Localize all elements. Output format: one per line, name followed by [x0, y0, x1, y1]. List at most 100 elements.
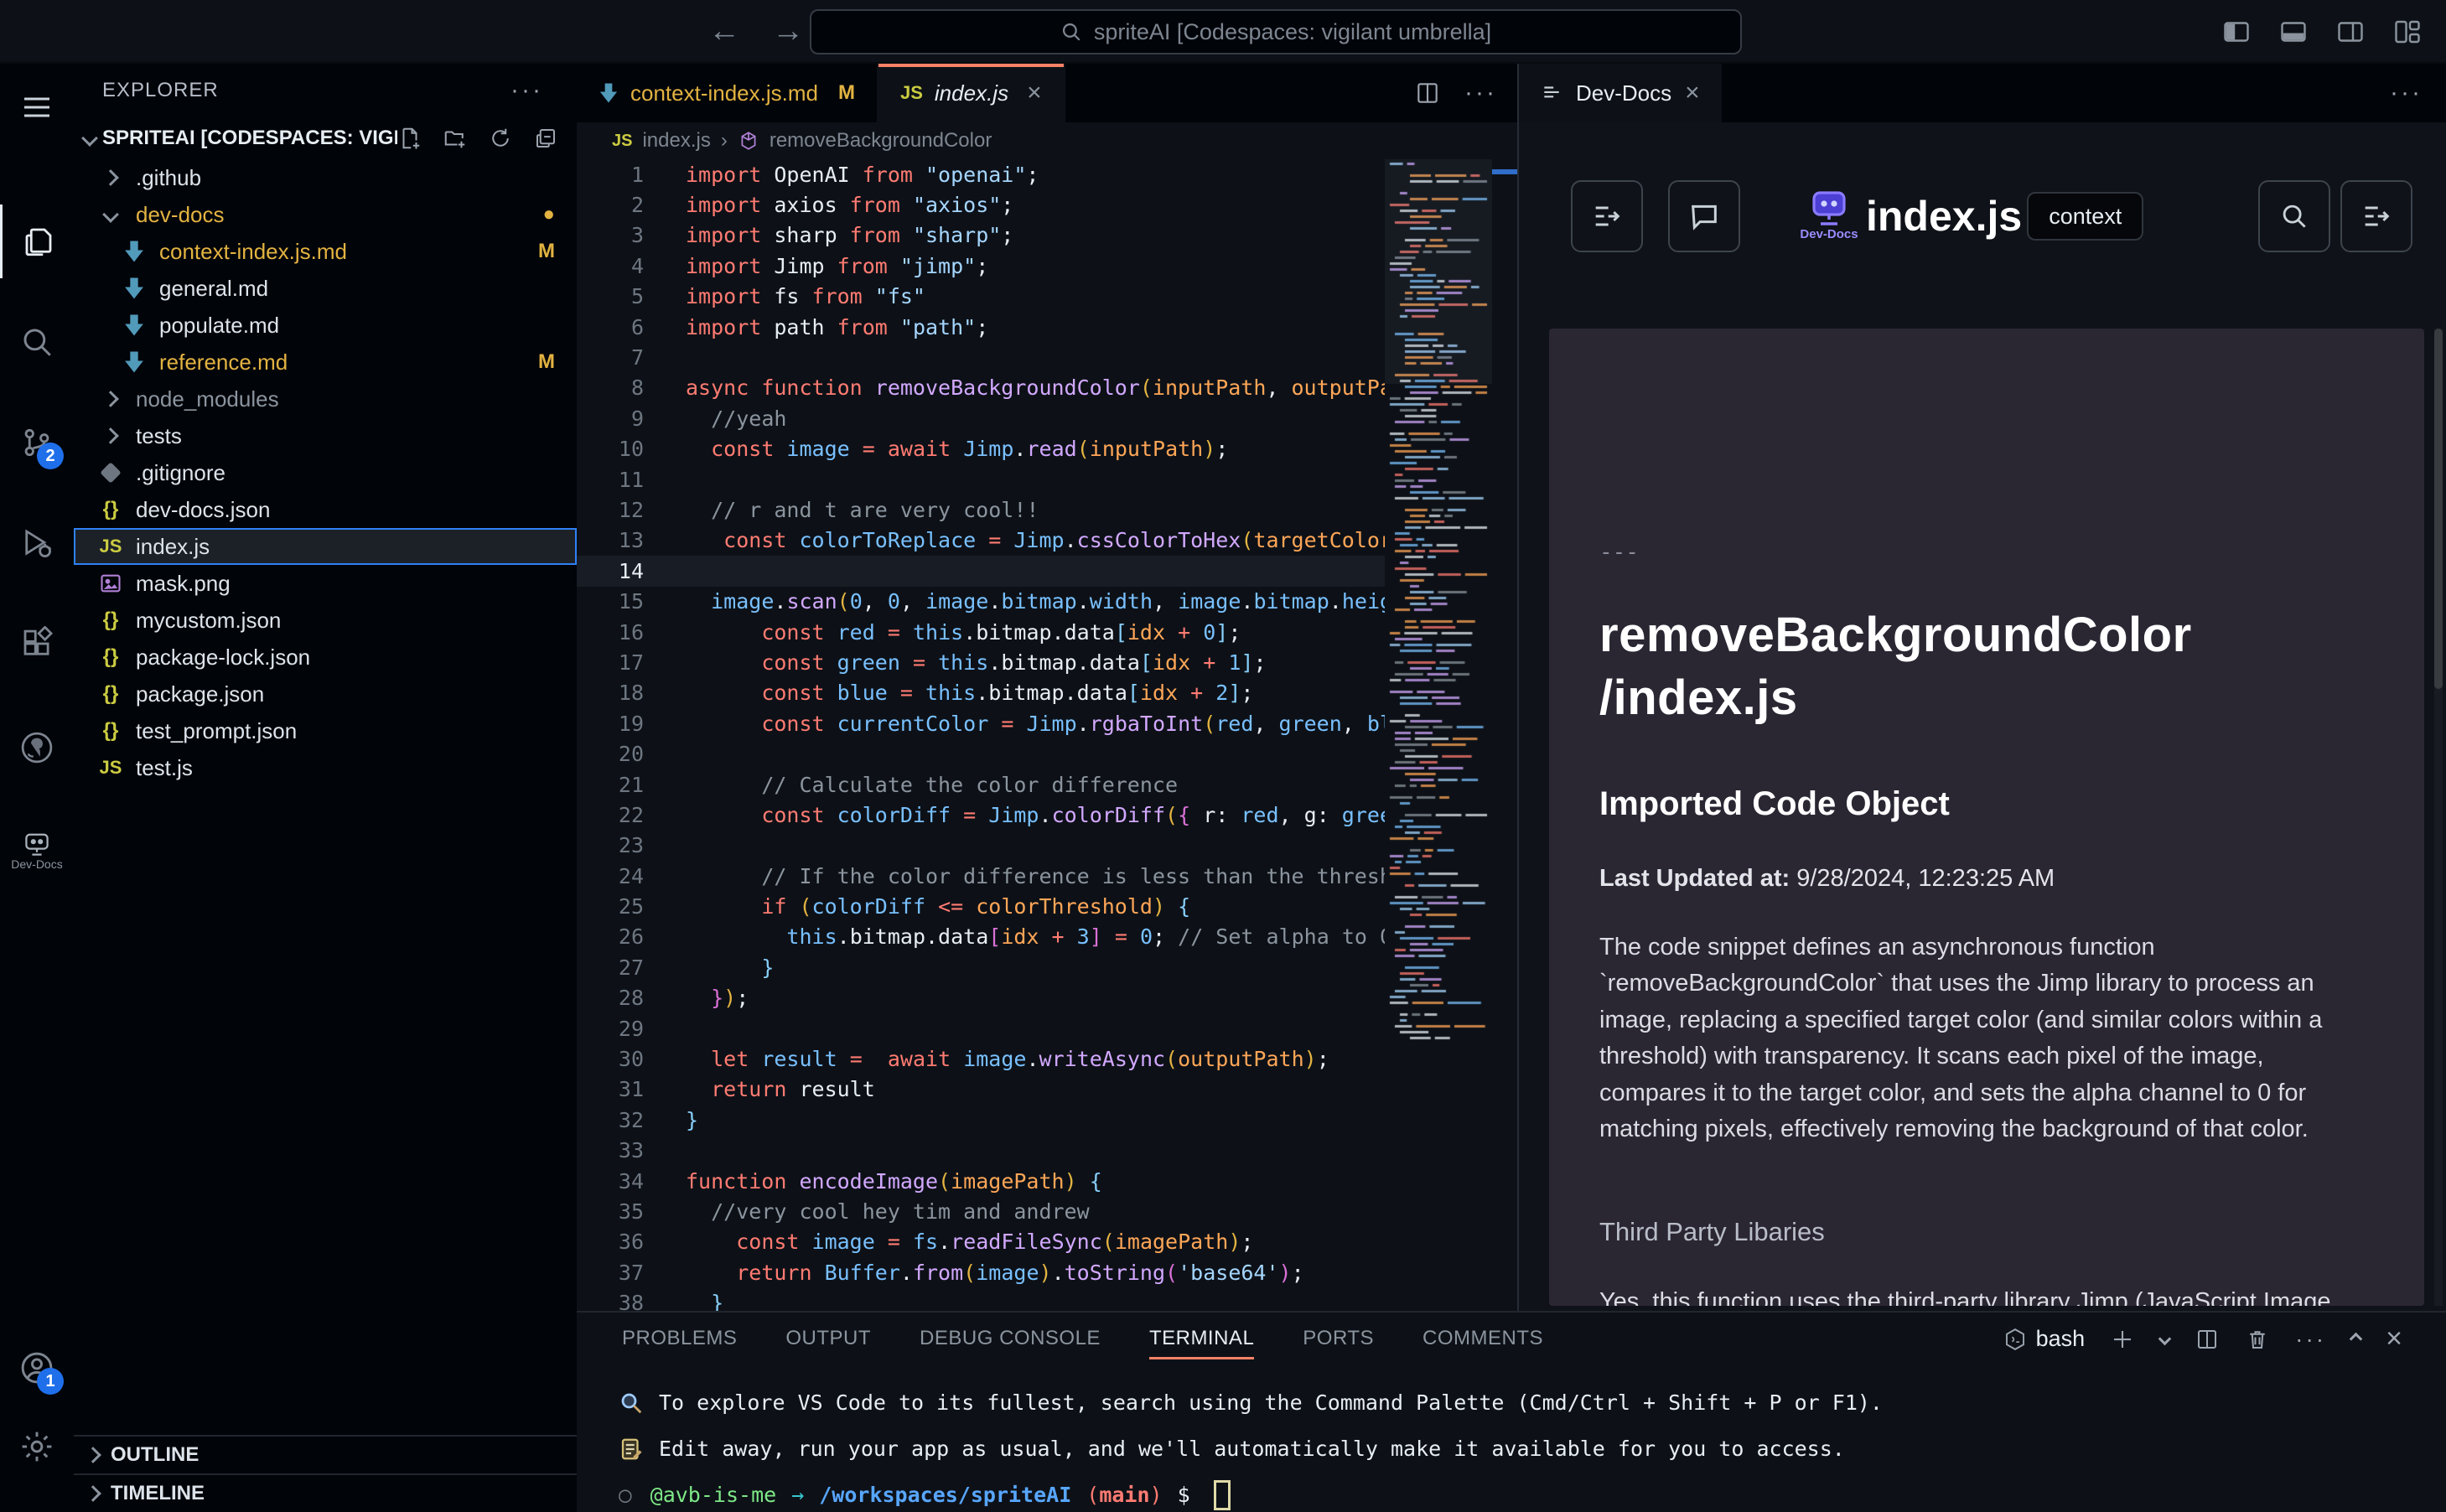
minimap-slider[interactable]: [1385, 159, 1492, 384]
terminal-prompt[interactable]: ○@avb-is-me→/workspaces/spriteAI(main)$: [619, 1472, 1883, 1512]
file-row-package-lock-json[interactable]: {}package-lock.json: [74, 639, 577, 676]
code-line-7[interactable]: 7: [577, 342, 1385, 372]
tab-context-index-js-md[interactable]: context-index.js.md M: [577, 64, 878, 122]
toc-button[interactable]: [1571, 180, 1643, 252]
code-line-6[interactable]: 6import path from "path";: [577, 312, 1385, 342]
panel-tab-terminal[interactable]: TERMINAL: [1149, 1313, 1254, 1364]
forward-icon[interactable]: →: [772, 13, 804, 49]
code-line-31[interactable]: 31 return result: [577, 1074, 1385, 1105]
code-line-2[interactable]: 2import axios from "axios";: [577, 189, 1385, 220]
code-line-3[interactable]: 3import sharp from "sharp";: [577, 220, 1385, 251]
panel-more-actions-icon[interactable]: ···: [2295, 1326, 2326, 1353]
file-row--gitignore[interactable]: .gitignore: [74, 454, 577, 491]
sidebar-item-extensions[interactable]: [0, 607, 74, 681]
tab-devdocs[interactable]: Dev-Docs ×: [1519, 64, 1722, 122]
chat-button[interactable]: [1668, 180, 1740, 252]
panel-tab-problems[interactable]: PROBLEMS: [622, 1313, 737, 1364]
panel-tab-debug-console[interactable]: DEBUG CONSOLE: [920, 1313, 1101, 1364]
folder-row-node-modules[interactable]: node_modules: [74, 381, 577, 417]
code-line-22[interactable]: 22 const colorDiff = Jimp.colorDiff({ r:…: [577, 800, 1385, 830]
code-line-1[interactable]: 1import OpenAI from "openai";: [577, 159, 1385, 189]
file-row-mask-png[interactable]: mask.png: [74, 565, 577, 602]
terminal[interactable]: To explore VS Code to its fullest, searc…: [619, 1380, 1883, 1512]
timeline-section[interactable]: TIMELINE: [74, 1473, 577, 1512]
file-row-dev-docs-json[interactable]: {}dev-docs.json: [74, 491, 577, 528]
devdocs-menu-button[interactable]: [2340, 180, 2412, 252]
code-line-10[interactable]: 10 const image = await Jimp.read(inputPa…: [577, 434, 1385, 464]
file-row-reference-md[interactable]: reference.mdM: [74, 344, 577, 381]
breadcrumb-symbol[interactable]: removeBackgroundColor: [770, 129, 992, 153]
file-row-index-js[interactable]: JSindex.js: [74, 528, 577, 565]
overview-ruler[interactable]: [1492, 159, 1517, 1311]
file-row-mycustom-json[interactable]: {}mycustom.json: [74, 602, 577, 639]
sidebar-item-devdocs-extension[interactable]: Dev-Docs: [0, 815, 74, 888]
collapse-folders-icon[interactable]: [533, 126, 558, 151]
sidebar-item-run-debug[interactable]: [0, 506, 74, 580]
new-folder-icon[interactable]: [443, 126, 468, 151]
code-line-5[interactable]: 5import fs from "fs": [577, 282, 1385, 312]
code-line-36[interactable]: 36 const image = fs.readFileSync(imagePa…: [577, 1227, 1385, 1257]
code-line-17[interactable]: 17 const green = this.bitmap.data[idx + …: [577, 647, 1385, 677]
breadcrumb-file[interactable]: index.js: [642, 129, 710, 153]
kill-terminal-icon[interactable]: [2245, 1327, 2270, 1352]
toggle-panel-icon[interactable]: [2278, 17, 2309, 47]
workspace-section-header[interactable]: SPRITEAI [CODESPACES: VIGI...: [74, 117, 577, 159]
code-line-21[interactable]: 21 // Calculate the color difference: [577, 769, 1385, 800]
code-line-33[interactable]: 33: [577, 1136, 1385, 1166]
code-line-19[interactable]: 19 const currentColor = Jimp.rgbaToInt(r…: [577, 708, 1385, 738]
tab-index-js[interactable]: JS index.js ×: [878, 64, 1065, 122]
command-center-search[interactable]: spriteAI [Codespaces: vigilant umbrella]: [810, 9, 1742, 54]
code-line-16[interactable]: 16 const red = this.bitmap.data[idx + 0]…: [577, 617, 1385, 647]
code-editor[interactable]: 1import OpenAI from "openai";2import axi…: [577, 159, 1517, 1311]
code-line-25[interactable]: 25 if (colorDiff <= colorThreshold) {: [577, 891, 1385, 921]
close-icon[interactable]: ×: [1027, 79, 1042, 107]
sidebar-item-github[interactable]: [0, 711, 74, 784]
code-line-35[interactable]: 35 //very cool hey tim and andrew: [577, 1196, 1385, 1226]
account-button[interactable]: 1: [0, 1331, 74, 1405]
file-row-populate-md[interactable]: populate.md: [74, 307, 577, 344]
breadcrumb[interactable]: JS index.js › removeBackgroundColor: [577, 122, 1517, 159]
file-row-general-md[interactable]: general.md: [74, 270, 577, 307]
sidebar-item-source-control[interactable]: 2: [0, 406, 74, 479]
maximize-panel-icon[interactable]: [2350, 1333, 2363, 1346]
scrollbar[interactable]: [2434, 329, 2443, 1306]
code-line-29[interactable]: 29: [577, 1013, 1385, 1043]
panel-tab-comments[interactable]: COMMENTS: [1423, 1313, 1543, 1364]
code-line-11[interactable]: 11: [577, 464, 1385, 495]
code-line-13[interactable]: 13 const colorToReplace = Jimp.cssColorT…: [577, 526, 1385, 556]
code-line-20[interactable]: 20: [577, 738, 1385, 769]
devdocs-more-actions-icon[interactable]: ···: [2390, 79, 2446, 107]
file-row-test-js[interactable]: JStest.js: [74, 749, 577, 786]
refresh-icon[interactable]: [488, 126, 513, 151]
context-badge[interactable]: context: [2027, 192, 2143, 241]
code-line-12[interactable]: 12 // r and t are very cool!!: [577, 495, 1385, 525]
code-line-27[interactable]: 27 }: [577, 952, 1385, 982]
code-line-30[interactable]: 30 let result = await image.writeAsync(o…: [577, 1043, 1385, 1074]
file-row-context-index-js-md[interactable]: context-index.js.mdM: [74, 233, 577, 270]
close-panel-icon[interactable]: ×: [2386, 1323, 2402, 1355]
back-icon[interactable]: ←: [708, 13, 740, 49]
folder-row-tests[interactable]: tests: [74, 417, 577, 454]
split-terminal-icon[interactable]: [2195, 1327, 2220, 1352]
editor-more-actions-icon[interactable]: ···: [1464, 79, 1497, 107]
code-line-24[interactable]: 24 // If the color difference is less th…: [577, 861, 1385, 891]
explorer-more-actions-icon[interactable]: ···: [510, 76, 543, 105]
outline-section[interactable]: OUTLINE: [74, 1435, 577, 1473]
code-line-23[interactable]: 23: [577, 831, 1385, 861]
code-line-38[interactable]: 38 }: [577, 1287, 1385, 1311]
close-icon[interactable]: ×: [1685, 79, 1700, 107]
code-line-4[interactable]: 4import Jimp from "jimp";: [577, 251, 1385, 281]
code-line-9[interactable]: 9 //yeah: [577, 403, 1385, 433]
file-row-test-prompt-json[interactable]: {}test_prompt.json: [74, 712, 577, 749]
devdocs-search-button[interactable]: [2258, 180, 2330, 252]
new-file-icon[interactable]: [397, 126, 422, 151]
code-line-26[interactable]: 26 this.bitmap.data[idx + 3] = 0; // Set…: [577, 922, 1385, 952]
toggle-secondary-sidebar-icon[interactable]: [2335, 17, 2366, 47]
panel-tab-ports[interactable]: PORTS: [1303, 1313, 1374, 1364]
code-line-34[interactable]: 34function encodeImage(imagePath) {: [577, 1166, 1385, 1196]
code-line-18[interactable]: 18 const blue = this.bitmap.data[idx + 2…: [577, 678, 1385, 708]
code-line-14[interactable]: 14: [577, 556, 1385, 586]
sidebar-item-search[interactable]: [0, 305, 74, 379]
split-editor-icon[interactable]: [1414, 80, 1441, 106]
code-line-15[interactable]: 15 image.scan(0, 0, image.bitmap.width, …: [577, 586, 1385, 616]
